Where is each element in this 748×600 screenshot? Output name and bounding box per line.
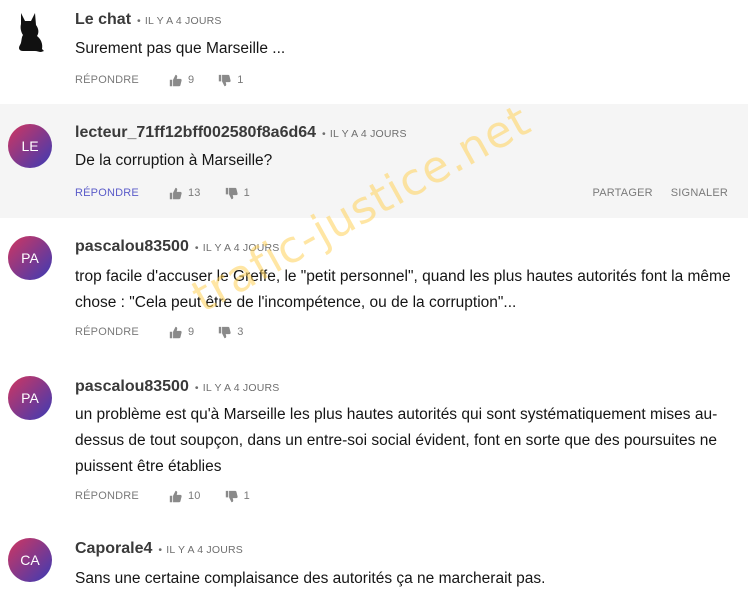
reply-button[interactable]: RÉPONDRE (75, 187, 139, 199)
timestamp-text: IL Y A 4 JOURS (202, 242, 280, 254)
downvote-button[interactable]: 3 (218, 326, 243, 339)
timestamp: • IL Y A 4 JOURS (137, 15, 222, 27)
downvote-count: 1 (243, 490, 250, 502)
avatar-initials: LE (21, 138, 39, 154)
timestamp: • IL Y A 4 JOURS (194, 242, 280, 254)
thumbs-down-icon (219, 326, 231, 338)
upvote-button[interactable]: 9 (169, 74, 194, 87)
thumbs-up-icon (169, 187, 182, 199)
author-name[interactable]: pascalou83500 (75, 378, 189, 396)
downvote-count: 1 (243, 187, 250, 199)
timestamp: • IL Y A 4 JOURS (322, 128, 407, 140)
upvote-count: 13 (187, 187, 201, 199)
upvote-count: 10 (187, 490, 201, 502)
comment-text: Surement pas que Marseille ... (75, 40, 286, 57)
comment-actions: RÉPONDRE 9 3 (75, 322, 728, 342)
comment-text: un problème est qu'à Marseille les plus … (75, 406, 718, 475)
avatar[interactable] (8, 10, 52, 54)
author-name[interactable]: lecteur_71ff12bff002580f8a6d64 (75, 124, 316, 142)
downvote-count: 3 (237, 326, 244, 338)
avatar[interactable]: PA (8, 376, 52, 420)
share-button[interactable]: PARTAGER (592, 187, 652, 199)
upvote-button[interactable]: 13 (169, 187, 201, 200)
comment-text: Sans une certaine complaisance des autor… (75, 570, 546, 587)
timestamp: • IL Y A 4 JOURS (158, 544, 243, 556)
upvote-button[interactable]: 9 (169, 326, 194, 339)
timestamp-text: IL Y A 4 JOURS (329, 128, 407, 140)
comment-header: Caporale4 • IL Y A 4 JOURS (75, 540, 243, 558)
thumbs-up-icon (169, 490, 182, 502)
downvote-button[interactable]: 1 (225, 490, 250, 503)
reply-button[interactable]: RÉPONDRE (75, 490, 139, 502)
comment-2: LE lecteur_71ff12bff002580f8a6d64 • IL Y … (0, 104, 748, 218)
downvote-count: 1 (237, 74, 244, 86)
upvote-count: 9 (187, 74, 195, 86)
author-name[interactable]: Le chat (75, 11, 131, 29)
comment-actions: RÉPONDRE 13 1 PARTAGER SIGNALER (75, 183, 728, 203)
upvote-count: 9 (187, 326, 195, 338)
comment-text: trop facile d'accuser le Greffe, le "pet… (75, 268, 731, 311)
downvote-button[interactable]: 1 (218, 74, 243, 87)
reply-button[interactable]: RÉPONDRE (75, 74, 139, 86)
avatar[interactable]: CA (8, 538, 52, 582)
thumbs-up-icon (169, 326, 182, 338)
comment-actions: RÉPONDRE 9 1 (75, 70, 728, 90)
comment-4: PA pascalou83500 • IL Y A 4 JOURS un prob… (0, 358, 748, 518)
thumbs-down-icon (225, 490, 238, 502)
timestamp-text: IL Y A 4 JOURS (202, 382, 280, 394)
comment-header: Le chat • IL Y A 4 JOURS (75, 11, 222, 29)
timestamp-text: IL Y A 4 JOURS (144, 15, 222, 27)
comment-header: lecteur_71ff12bff002580f8a6d64 • IL Y A 4… (75, 124, 407, 142)
timestamp-text: IL Y A 4 JOURS (166, 544, 243, 556)
thumbs-down-icon (219, 74, 231, 86)
report-button[interactable]: SIGNALER (671, 187, 728, 199)
avatar-initials: PA (21, 250, 39, 266)
comment-3: PA pascalou83500 • IL Y A 4 JOURS trop fa… (0, 218, 748, 358)
comment-header: pascalou83500 • IL Y A 4 JOURS (75, 238, 279, 256)
timestamp: • IL Y A 4 JOURS (194, 382, 280, 394)
comment-5: CA Caporale4 • IL Y A 4 JOURS Sans une ce… (0, 518, 748, 600)
comment-text: De la corruption à Marseille? (75, 152, 273, 169)
comment-1: Le chat • IL Y A 4 JOURS Surement pas que… (0, 0, 748, 104)
reply-button[interactable]: RÉPONDRE (75, 326, 139, 338)
thumbs-down-icon (225, 187, 238, 199)
comment-header: pascalou83500 • IL Y A 4 JOURS (75, 378, 279, 396)
avatar[interactable]: LE (8, 124, 52, 168)
thumbs-up-icon (169, 74, 182, 86)
upvote-button[interactable]: 10 (169, 490, 201, 503)
downvote-button[interactable]: 1 (225, 187, 250, 200)
author-name[interactable]: pascalou83500 (75, 238, 189, 256)
black-cat-icon (19, 13, 44, 52)
avatar[interactable]: PA (8, 236, 52, 280)
author-name[interactable]: Caporale4 (75, 540, 152, 558)
avatar-initials: CA (20, 552, 40, 568)
avatar-initials: PA (21, 390, 39, 406)
comment-actions: RÉPONDRE 10 1 (75, 486, 728, 506)
